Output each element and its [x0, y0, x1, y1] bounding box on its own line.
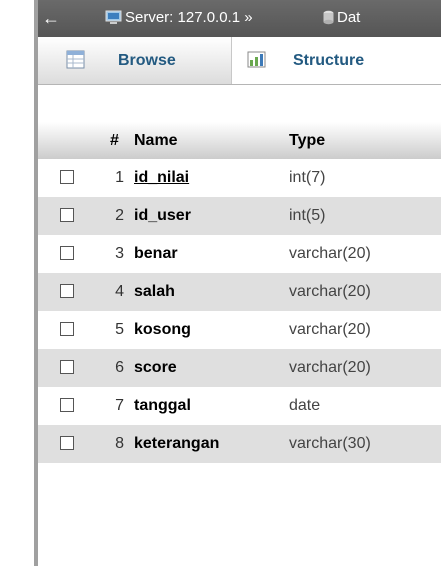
column-type: date: [289, 397, 321, 414]
column-name: tanggal: [134, 397, 191, 414]
column-name: keterangan: [134, 435, 220, 452]
table-row: 1 id_nilai int(7): [38, 159, 441, 197]
header-num: #: [110, 132, 119, 149]
row-checkbox[interactable]: [60, 284, 74, 298]
left-margin: [0, 0, 34, 566]
table-row: 4 salah varchar(20): [38, 273, 441, 311]
column-type: varchar(20): [289, 359, 371, 376]
column-name: benar: [134, 245, 178, 262]
server-icon: [105, 10, 122, 24]
row-number: 7: [115, 397, 124, 414]
column-type: int(7): [289, 169, 326, 186]
tab-browse-label: Browse: [118, 52, 176, 69]
column-name: kosong: [134, 321, 191, 338]
row-number: 4: [115, 283, 124, 300]
breadcrumb-server[interactable]: Server: 127.0.0.1 »: [125, 9, 253, 27]
row-number: 3: [115, 245, 124, 262]
row-checkbox[interactable]: [60, 208, 74, 222]
row-number: 8: [115, 435, 124, 452]
header-name[interactable]: Name: [134, 122, 178, 159]
column-name: salah: [134, 283, 175, 300]
row-checkbox[interactable]: [60, 246, 74, 260]
row-checkbox[interactable]: [60, 170, 74, 184]
row-checkbox[interactable]: [60, 398, 74, 412]
database-icon: [323, 10, 334, 25]
row-checkbox[interactable]: [60, 360, 74, 374]
column-name-primary-key: id_nilai: [134, 169, 190, 186]
column-type: varchar(20): [289, 283, 371, 300]
table-row: 8 keterangan varchar(30): [38, 425, 441, 463]
column-type: varchar(20): [289, 245, 371, 262]
tab-browse[interactable]: Browse: [38, 37, 231, 84]
breadcrumb-bar: ← Server: 127.0.0.1 » Dat: [38, 0, 441, 37]
row-checkbox[interactable]: [60, 436, 74, 450]
back-arrow-icon[interactable]: ←: [42, 9, 60, 27]
tab-structure[interactable]: Structure: [231, 37, 441, 84]
main-content: ← Server: 127.0.0.1 » Dat Browse Structu…: [38, 0, 441, 566]
table-row: 2 id_user int(5): [38, 197, 441, 235]
tab-structure-label: Structure: [293, 52, 365, 69]
table-row: 5 kosong varchar(20): [38, 311, 441, 349]
row-checkbox[interactable]: [60, 322, 74, 336]
table-browse-icon: [66, 50, 85, 69]
breadcrumb-database[interactable]: Dat: [337, 9, 360, 27]
tab-bar: Browse Structure: [38, 37, 441, 85]
header-type[interactable]: Type: [289, 122, 325, 159]
column-type: varchar(20): [289, 321, 371, 338]
column-name: score: [134, 359, 177, 376]
row-number: 2: [115, 207, 124, 224]
table-row: 6 score varchar(20): [38, 349, 441, 387]
column-type: int(5): [289, 207, 326, 224]
row-number: 1: [115, 169, 124, 186]
table-row: 3 benar varchar(20): [38, 235, 441, 273]
column-name: id_user: [134, 207, 191, 224]
column-type: varchar(30): [289, 435, 371, 452]
table-row: 7 tanggal date: [38, 387, 441, 425]
table-header: # Name Type: [38, 122, 441, 160]
row-number: 5: [115, 321, 124, 338]
structure-icon: [247, 51, 266, 68]
row-number: 6: [115, 359, 124, 376]
